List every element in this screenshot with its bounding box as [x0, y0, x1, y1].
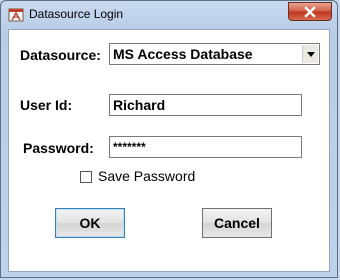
- password-label: Password:: [23, 140, 94, 156]
- datasource-label: Datasource:: [20, 47, 101, 63]
- userid-label: User Id:: [20, 97, 73, 113]
- save-password-checkbox[interactable]: [80, 171, 92, 183]
- cancel-button[interactable]: Cancel: [202, 208, 272, 238]
- chevron-down-icon[interactable]: [302, 45, 318, 63]
- userid-field[interactable]: Richard: [109, 94, 302, 116]
- password-field[interactable]: *******: [109, 136, 302, 158]
- datasource-value: MS Access Database: [113, 46, 253, 62]
- title-bar[interactable]: Datasource Login: [1, 1, 337, 29]
- window-title: Datasource Login: [29, 7, 124, 21]
- app-icon: [8, 7, 24, 23]
- dialog-content: Datasource: MS Access Database User Id: …: [8, 29, 330, 272]
- save-password-label[interactable]: Save Password: [98, 168, 195, 184]
- datasource-select[interactable]: MS Access Database: [109, 43, 320, 65]
- close-icon: [304, 5, 316, 18]
- close-button[interactable]: [288, 2, 332, 21]
- dialog-window: Datasource Login Datasource: MS Access D…: [0, 0, 338, 278]
- ok-button[interactable]: OK: [55, 208, 125, 238]
